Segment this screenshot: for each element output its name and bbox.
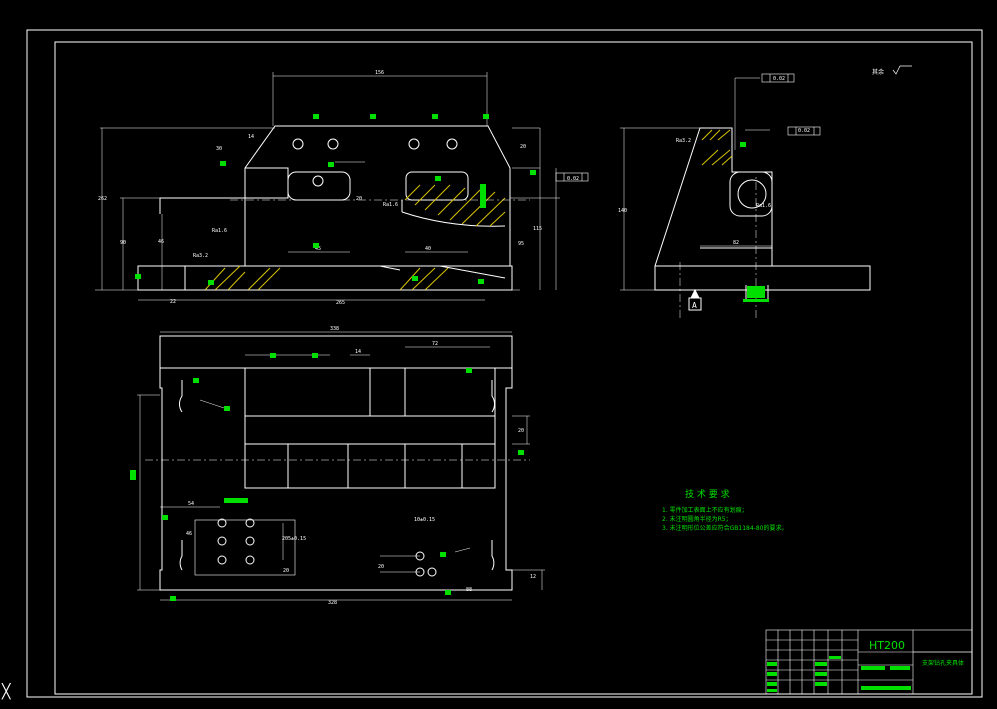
material-label: HT200 [869,639,905,652]
dim-20a: 20 [520,144,526,150]
dim-72: 72 [432,341,438,347]
top-view-dims [137,331,545,601]
roughness-note-label: 其余 [872,68,884,76]
dim-20b: 20 [356,196,362,202]
dim-14: 14 [248,134,254,140]
dim-10: 10±0.15 [414,517,435,523]
dim-14-top: 14 [355,349,361,355]
dim-22: 22 [170,299,176,305]
top-view [159,335,513,591]
roughness-note: 其余 [872,65,912,76]
roughness-ra32-side: Ra3.2 [676,138,691,144]
roughness-ra16-front-b: Ra1.6 [383,202,398,208]
front-view-hatch [204,184,506,291]
datum-a: A [692,301,697,310]
dim-115: 115 [533,226,542,232]
tech-requirements-heading: 技 术 要 求 [685,488,730,500]
dim-95: 95 [518,241,524,247]
front-view-dim-texts: 156 14 30 20 265 45 20 90 40 22 262 115 … [98,70,579,306]
side-view-dims [620,77,772,318]
tech-item-1: 1. 零件加工表面上不应有划痕； [662,506,748,514]
tech-requirements: 技 术 要 求 1. 零件加工表面上不应有划痕； 2. 未注明圆角半径为R5； … [662,488,787,532]
roughness-ra16-side: Ra1.6 [756,203,771,209]
roughness-ra16-front-a: Ra1.6 [212,228,227,234]
dim-30: 30 [216,146,222,152]
dim-54: 54 [188,501,194,507]
roughness-ra32-front: Ra3.2 [193,253,208,259]
dim-262: 262 [98,196,107,202]
front-view [137,125,513,291]
dim-328: 328 [328,600,337,606]
part-name-label: 支架钻孔夹具体 [922,659,964,667]
dim-265: 265 [336,300,345,306]
tech-item-2: 2. 未注明圆角半径为R5； [662,515,732,523]
dim-205: 205±0.15 [282,536,306,542]
side-view-texts: 140 82 Ra3.2 Ra1.6 0.02 0.02 A [618,76,810,310]
cad-drawing-canvas: 156 14 30 20 265 45 20 90 40 22 262 115 … [26,29,983,698]
ucs-corner-icon: ╳ [2,684,11,700]
dim-82: 82 [733,240,739,246]
dim-40: 40 [425,246,431,252]
title-block-fills [767,656,911,692]
dim-140: 140 [618,208,627,214]
dim-90: 90 [120,240,126,246]
dim-46-top: 46 [186,531,192,537]
dim-20-top-b: 20 [283,568,289,574]
tech-item-3: 3. 未注明形位公差应符合GB1184-80的要求。 [662,524,787,532]
dim-20-top: 20 [518,428,524,434]
dim-338: 338 [330,326,339,332]
side-view [654,127,871,311]
tolerance-side-a: 0.02 [773,76,785,82]
dim-156: 156 [375,70,384,76]
side-tolerance-frames [761,73,821,136]
tolerance-side-b: 0.02 [798,128,810,134]
dim-88: 88 [466,587,472,593]
dim-12: 12 [530,574,536,580]
side-view-hatch [701,129,733,166]
dim-20-top-c: 20 [378,564,384,570]
dim-46: 46 [158,239,164,245]
